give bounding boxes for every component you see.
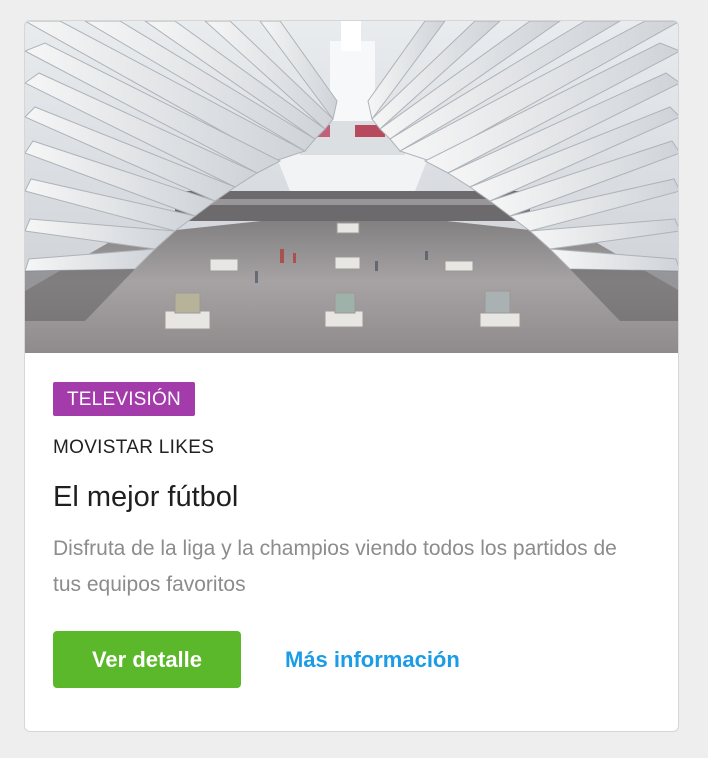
card-actions: Ver detalle Más información [53,631,650,688]
more-info-link[interactable]: Más información [285,647,460,673]
product-card: TELEVISIÓN MOVISTAR LIKES El mejor fútbo… [24,20,679,732]
card-description: Disfruta de la liga y la champios viendo… [53,537,617,596]
brand-label: MOVISTAR LIKES [53,437,215,458]
card-title: El mejor fútbol [53,481,239,513]
view-detail-button[interactable]: Ver detalle [53,631,241,688]
card-body: TELEVISIÓN MOVISTAR LIKES El mejor fútbo… [53,382,650,688]
category-badge: TELEVISIÓN [53,382,195,416]
hero-illustration [25,21,678,353]
hero-image [25,21,678,353]
